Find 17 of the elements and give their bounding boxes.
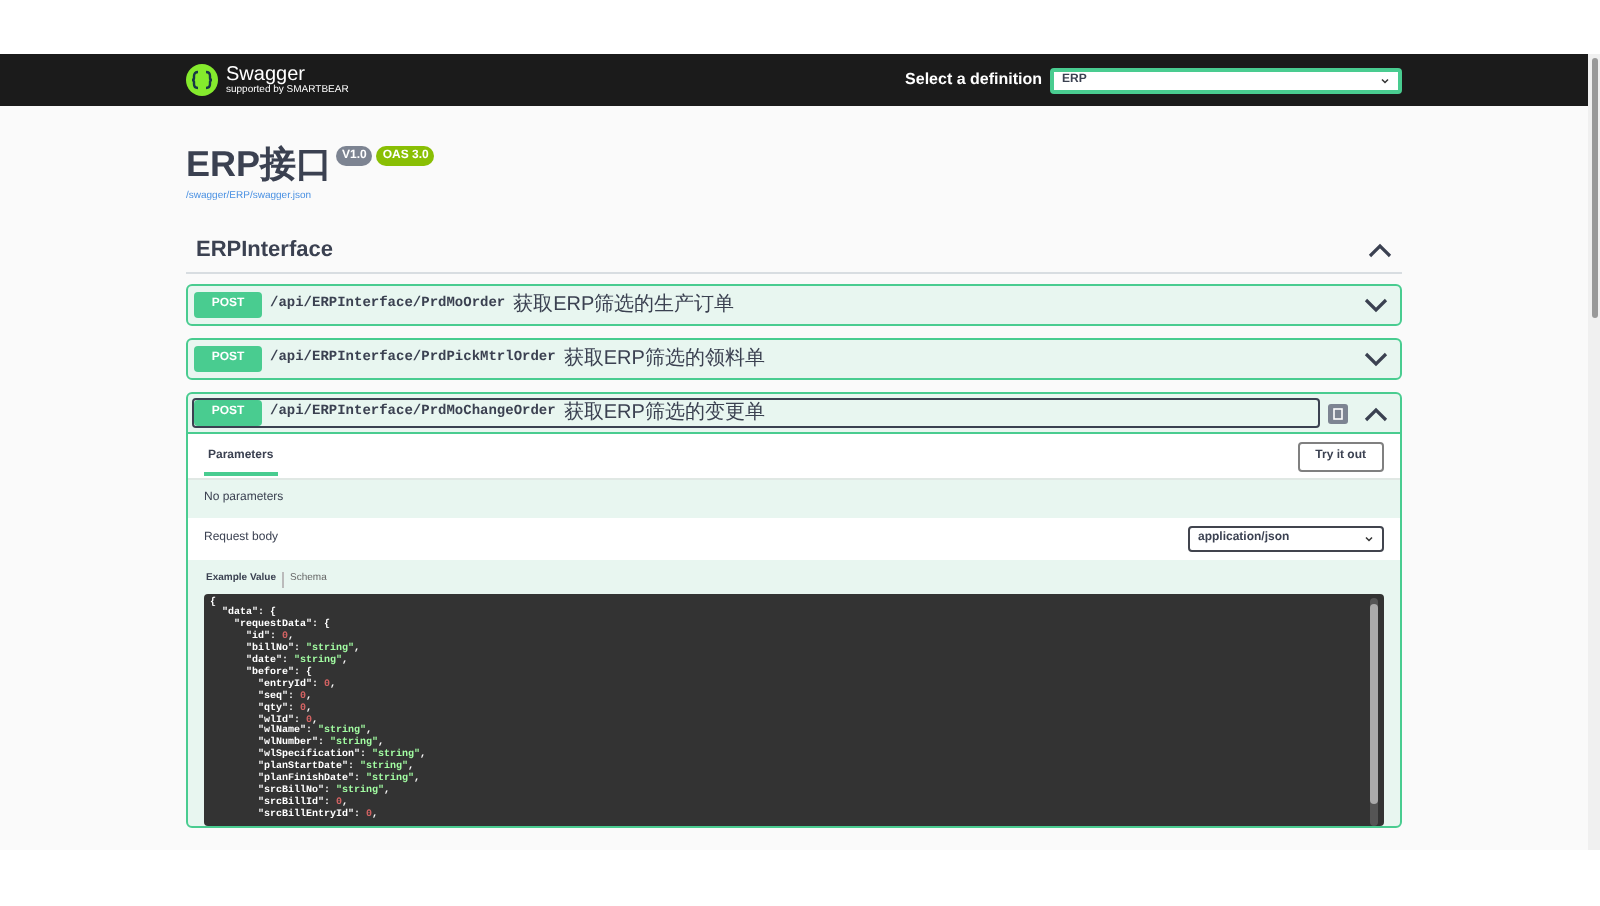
tag-header[interactable]: ERPInterface bbox=[186, 233, 1402, 274]
api-title: ERP接口 bbox=[186, 146, 333, 182]
chevron-up-icon[interactable] bbox=[1368, 241, 1392, 258]
chevron-up-icon[interactable] bbox=[1364, 405, 1388, 421]
operation-summary-text: 获取ERP筛选的领料单 bbox=[563, 348, 765, 370]
logo-text: Swagger bbox=[226, 65, 307, 85]
chevron-down-icon[interactable] bbox=[1364, 297, 1388, 313]
copy-icon[interactable] bbox=[1328, 403, 1348, 423]
caret-icon bbox=[1380, 77, 1390, 83]
select-label: Select a definition bbox=[905, 68, 1042, 92]
operation-summary-text: 获取ERP筛选的生产订单 bbox=[513, 294, 735, 316]
logo-icon bbox=[186, 64, 218, 96]
page-scrollbar-thumb[interactable] bbox=[1591, 58, 1597, 318]
caret-icon bbox=[1364, 536, 1374, 542]
chevron-down-icon[interactable] bbox=[1364, 351, 1388, 367]
scrollbar-thumb[interactable] bbox=[1370, 603, 1378, 803]
operation-summary-text: 获取ERP筛选的变更单 bbox=[563, 402, 765, 424]
